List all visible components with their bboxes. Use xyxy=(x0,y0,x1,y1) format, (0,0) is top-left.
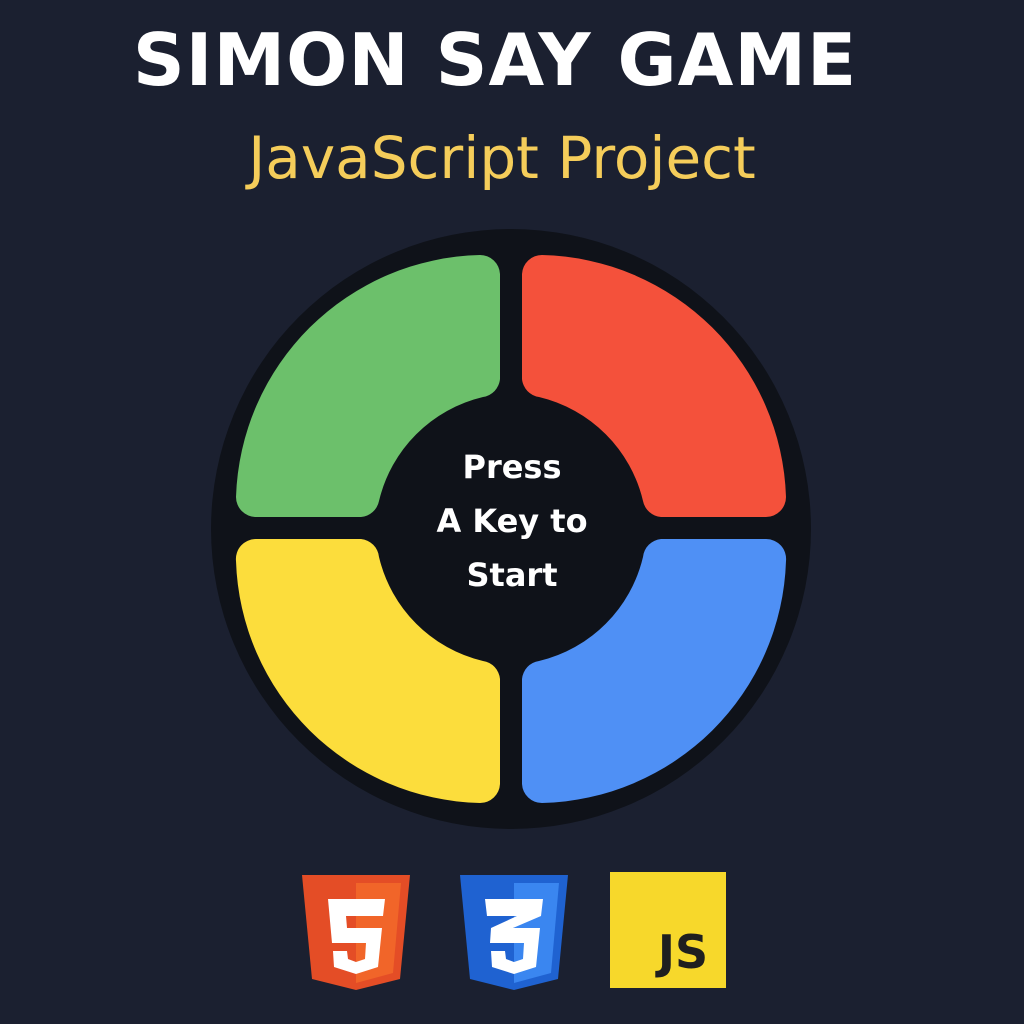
start-prompt: Press A Key to Start xyxy=(387,440,637,602)
start-prompt-line-2: A Key to xyxy=(436,502,588,540)
game-subtitle: JavaScript Project xyxy=(248,124,756,192)
html5-logo-icon xyxy=(299,872,413,996)
js-logo-label: JS xyxy=(655,925,708,979)
start-prompt-line-1: Press xyxy=(462,448,562,486)
js-logo-icon: JS xyxy=(610,872,726,992)
game-title: SIMON SAY GAME xyxy=(132,18,858,102)
css3-logo-icon xyxy=(457,872,571,996)
start-prompt-line-3: Start xyxy=(466,556,558,594)
